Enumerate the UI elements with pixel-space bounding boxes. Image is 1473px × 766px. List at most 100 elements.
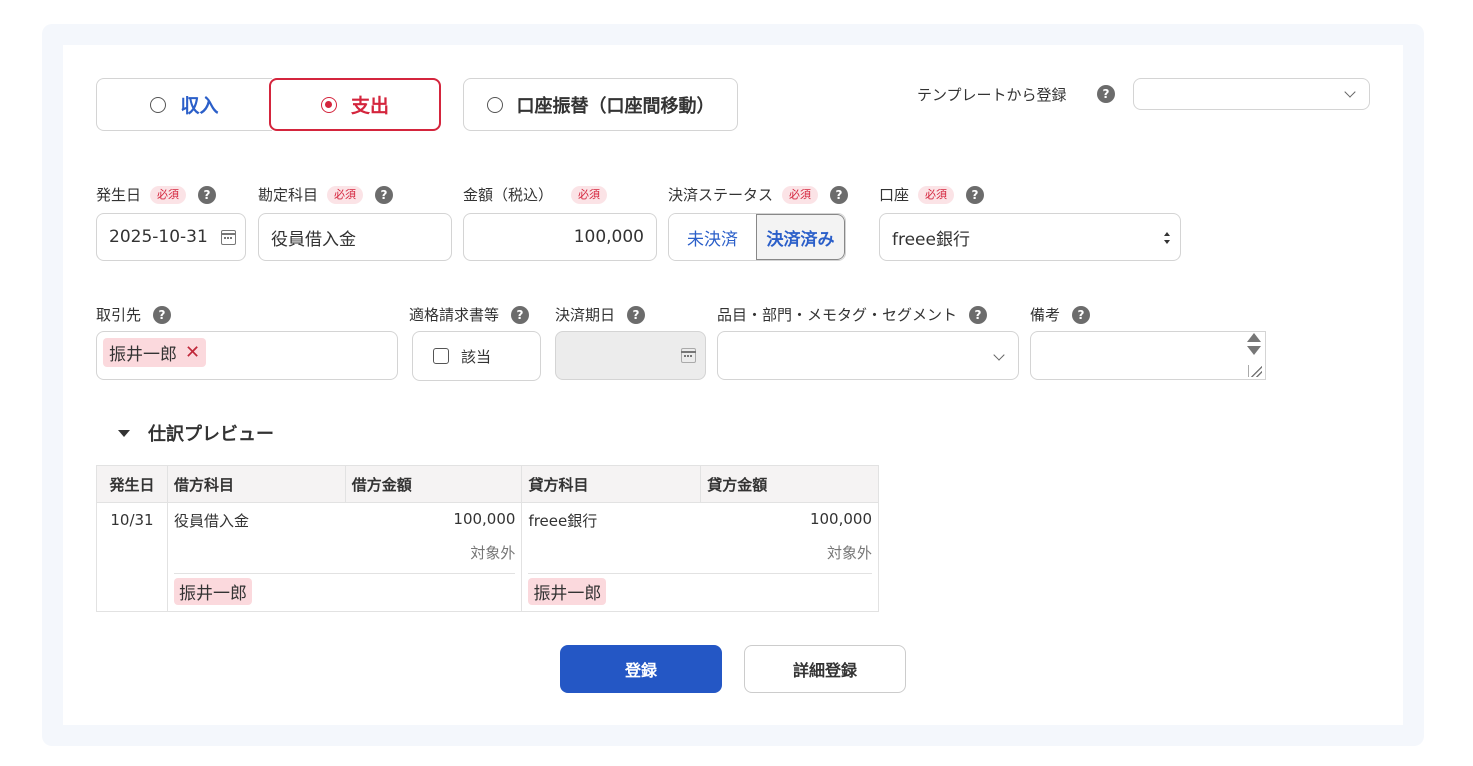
help-icon[interactable]: ? [375, 185, 394, 204]
required-badge: 必須 [150, 185, 187, 204]
partner-label-text: 取引先 [96, 306, 142, 324]
template-label: テンプレートから登録 [917, 86, 1067, 104]
template-select[interactable] [1133, 78, 1370, 110]
amount-field-label: 金額（税込） 必須 [463, 184, 619, 205]
due-date-field-label: 決済期日 ? [555, 304, 646, 325]
status-settled-button[interactable]: 決済済み [756, 214, 845, 260]
debit-tax: 対象外 [173, 540, 516, 574]
select-arrows-icon [1164, 232, 1170, 244]
partner-field-label: 取引先 ? [96, 304, 172, 325]
required-badge: 必須 [918, 185, 955, 204]
column-header: 借方金額 [344, 465, 523, 503]
column-header: 貸方金額 [700, 465, 879, 503]
invoice-field-label: 適格請求書等 ? [409, 304, 530, 325]
credit-tax: 対象外 [528, 540, 872, 574]
transfer-label: 口座振替（口座間移動） [516, 95, 715, 117]
amount-label-text: 金額（税込） [463, 186, 554, 204]
help-icon[interactable]: ? [198, 185, 217, 204]
table-header-row: 発生日 借方科目 借方金額 貸方科目 貸方金額 [96, 465, 879, 503]
required-badge: 必須 [571, 185, 608, 204]
transfer-radio[interactable]: 口座振替（口座間移動） [463, 78, 738, 131]
checkbox-icon[interactable] [433, 348, 449, 364]
help-icon[interactable]: ? [1097, 85, 1115, 103]
column-header: 発生日 [96, 465, 168, 503]
journal-preview-title: 仕訳プレビュー [148, 424, 274, 445]
memo-field-label: 備考 ? [1030, 304, 1091, 325]
credit-cell: freee銀行 100,000 対象外 振井一郎 [521, 502, 879, 612]
required-badge: 必須 [327, 185, 364, 204]
calendar-icon [681, 348, 696, 363]
wallet-select[interactable]: freee銀行 [879, 213, 1181, 261]
debit-cell: 役員借入金 100,000 対象外 振井一郎 [166, 502, 523, 612]
account-item-input[interactable]: 役員借入金 [258, 213, 452, 261]
status-field-label: 決済ステータス 必須 ? [668, 184, 849, 205]
credit-item: freee銀行 [528, 512, 598, 530]
help-icon[interactable]: ? [1072, 305, 1091, 324]
account-item-field-label: 勘定科目 必須 ? [258, 184, 394, 205]
memo-textarea[interactable] [1030, 331, 1266, 380]
status-unsettled-button[interactable]: 未決済 [669, 214, 756, 260]
detail-register-button[interactable]: 詳細登録 [744, 645, 906, 693]
debit-amount: 100,000 [453, 510, 516, 528]
radio-circle-icon [150, 96, 167, 113]
date-value: 2025-10-31 [109, 227, 208, 247]
invoice-checkbox-field[interactable]: 該当 [412, 331, 541, 381]
chevron-down-icon [993, 349, 1005, 361]
journal-preview-table: 発生日 借方科目 借方金額 貸方科目 貸方金額 10/31 役員借入金 100,… [96, 465, 879, 612]
resize-handle-icon[interactable] [1248, 365, 1262, 377]
wallet-label-text: 口座 [879, 186, 910, 204]
journal-preview-toggle[interactable]: 仕訳プレビュー [118, 420, 274, 446]
remove-tag-icon[interactable]: ✕ [185, 342, 200, 363]
caret-down-icon [118, 429, 130, 437]
spin-down-icon[interactable] [1247, 346, 1261, 355]
income-radio[interactable]: 収入 [96, 78, 272, 131]
date-label-text: 発生日 [96, 186, 142, 204]
amount-input[interactable]: 100,000 [463, 213, 657, 261]
due-date-label-text: 決済期日 [555, 306, 616, 324]
expense-radio[interactable]: 支出 [269, 78, 441, 131]
table-row: 10/31 役員借入金 100,000 対象外 振井一郎 freee銀行 100… [96, 502, 879, 612]
status-label-text: 決済ステータス [668, 186, 774, 204]
date-input[interactable]: 2025-10-31 [96, 213, 246, 261]
debit-partner-tag: 振井一郎 [173, 578, 252, 605]
credit-amount: 100,000 [809, 510, 872, 528]
invoice-label-text: 適格請求書等 [409, 306, 500, 324]
row-date: 10/31 [96, 502, 168, 612]
settlement-status-toggle: 未決済 決済済み [668, 213, 846, 261]
required-badge: 必須 [782, 185, 819, 204]
help-icon[interactable]: ? [969, 305, 988, 324]
tags-field-label: 品目・部門・メモタグ・セグメント ? [717, 304, 988, 325]
column-header: 借方科目 [166, 465, 346, 503]
debit-item: 役員借入金 [173, 512, 249, 530]
radio-circle-icon [486, 96, 503, 113]
tags-select[interactable] [717, 331, 1019, 380]
radio-selected-icon [320, 96, 337, 113]
column-header: 貸方科目 [521, 465, 702, 503]
partner-input[interactable]: 振井一郎 ✕ [96, 331, 398, 380]
form-panel [63, 45, 1403, 725]
chevron-down-icon [1344, 86, 1356, 98]
calendar-icon[interactable] [221, 230, 236, 245]
credit-partner-tag: 振井一郎 [528, 578, 607, 605]
memo-spinner[interactable] [1244, 333, 1264, 378]
help-icon[interactable]: ? [830, 185, 849, 204]
account-item-label-text: 勘定科目 [258, 186, 319, 204]
spin-up-icon[interactable] [1247, 333, 1261, 342]
memo-label-text: 備考 [1030, 306, 1061, 324]
help-icon[interactable]: ? [153, 305, 172, 324]
partner-tag: 振井一郎 ✕ [103, 338, 207, 367]
account-item-value: 役員借入金 [271, 229, 356, 250]
wallet-value: freee銀行 [892, 229, 970, 250]
help-icon[interactable]: ? [511, 305, 530, 324]
invoice-checkbox-label: 該当 [461, 347, 492, 366]
register-button[interactable]: 登録 [560, 645, 722, 693]
help-icon[interactable]: ? [966, 185, 985, 204]
tags-label-text: 品目・部門・メモタグ・セグメント [717, 306, 958, 324]
expense-label: 支出 [350, 95, 389, 117]
partner-tag-label: 振井一郎 [109, 345, 177, 365]
amount-value: 100,000 [573, 227, 644, 247]
date-field-label: 発生日 必須 ? [96, 184, 217, 205]
wallet-field-label: 口座 必須 ? [879, 184, 985, 205]
due-date-input [555, 331, 706, 380]
help-icon[interactable]: ? [627, 305, 646, 324]
